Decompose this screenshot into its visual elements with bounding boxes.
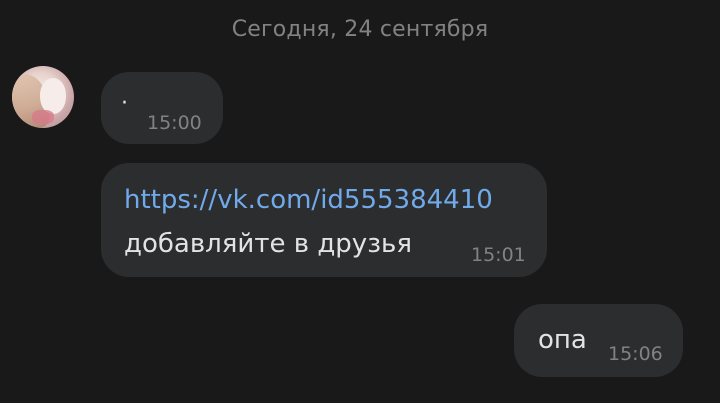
incoming-message-bubble[interactable]: · 15:00 [101, 72, 223, 144]
date-separator: Сегодня, 24 сентября [231, 17, 489, 42]
message-time: 15:00 [147, 112, 202, 134]
message-time: 15:01 [471, 244, 526, 266]
outgoing-message-bubble[interactable]: опа 15:06 [514, 304, 683, 377]
chat-screen: Сегодня, 24 сентября · 15:00 https://vk.… [0, 0, 720, 403]
avatar-face-shape [40, 78, 66, 114]
message-link[interactable]: https://vk.com/id555384410 [124, 180, 493, 220]
message-text: · [121, 91, 128, 116]
avatar-accent-shape [32, 110, 54, 124]
message-text: добавляйте в друзья [124, 229, 412, 259]
message-text: опа [538, 325, 587, 355]
contact-avatar[interactable] [12, 66, 74, 128]
incoming-message-bubble[interactable]: https://vk.com/id555384410 добавляйте в … [101, 163, 547, 277]
message-time: 15:06 [608, 343, 663, 365]
